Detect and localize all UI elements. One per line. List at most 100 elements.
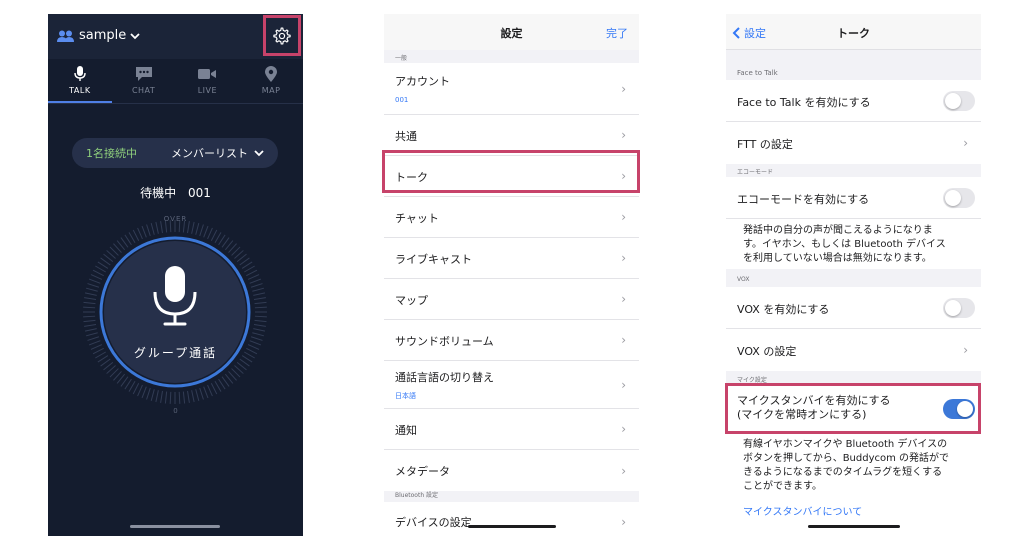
settings-button[interactable]	[263, 15, 301, 56]
ftt-group: Face to Talk を有効にする FTT の設定 ›	[726, 80, 981, 164]
tab-map[interactable]: MAP	[239, 59, 303, 103]
echo-enable-row: エコーモードを有効にする	[726, 177, 981, 219]
member-list-toggle[interactable]: メンバーリスト	[171, 145, 264, 161]
chat-icon	[135, 67, 152, 81]
talk-status: 待機中 001	[48, 184, 303, 201]
member-list-bar[interactable]: 1名接続中 メンバーリスト	[72, 138, 278, 168]
tab-live[interactable]: LIVE	[176, 59, 240, 103]
section-header-vox: VOX	[737, 276, 750, 283]
account-label: アカウント	[395, 75, 450, 88]
settings-item-metadata[interactable]: メタデータ ›	[384, 450, 639, 491]
language-label: 通話言語の切り替え	[395, 371, 494, 384]
chevron-right-icon: ›	[621, 251, 626, 265]
settings-item-language[interactable]: 通話言語の切り替え 日本語 ›	[384, 361, 639, 409]
chevron-right-icon: ›	[621, 128, 626, 142]
settings-nav-bar: 設定 完了	[384, 14, 639, 50]
chevron-down-icon	[254, 150, 264, 157]
talk-item-highlight	[382, 150, 640, 193]
tab-chat[interactable]: CHAT	[112, 59, 176, 103]
talk-settings-screen: 設定 トーク Face to Talk Face to Talk を有効にする …	[726, 14, 981, 536]
chevron-right-icon: ›	[621, 81, 626, 96]
mic-description: 有線イヤホンマイクや Bluetooth デバイスの ボタンを押してから、Bud…	[743, 439, 950, 492]
tab-talk[interactable]: TALK	[48, 59, 112, 103]
talk-button-label: グループ通話	[133, 346, 218, 360]
channel-name: sample	[79, 28, 127, 43]
talk-tab-bar: TALK CHAT LIVE MAP	[48, 59, 303, 103]
settings-screen: 設定 完了 一般 アカウント 001 › 共通 › トーク › チャット › ラ…	[384, 14, 639, 536]
chevron-right-icon: ›	[621, 515, 626, 529]
vox-enable-label: VOX を有効にする	[737, 303, 830, 316]
settings-item-sound-volume[interactable]: サウンドボリューム ›	[384, 320, 639, 361]
mic-icon	[74, 66, 86, 81]
notification-label: 通知	[395, 424, 417, 437]
status-text: 待機中	[140, 186, 177, 200]
settings-list: アカウント 001 › 共通 › トーク › チャット › ライブキャスト › …	[384, 63, 639, 491]
chevron-right-icon: ›	[621, 292, 626, 306]
language-value: 日本語	[395, 392, 416, 400]
mic-standby-link[interactable]: マイクスタンバイについて	[743, 503, 862, 518]
section-header-ftt: Face to Talk	[737, 69, 778, 77]
settings-item-account[interactable]: アカウント 001 ›	[384, 63, 639, 115]
settings-item-notification[interactable]: 通知 ›	[384, 409, 639, 450]
vox-enable-row: VOX を有効にする	[726, 287, 981, 329]
ftt-enable-label: Face to Talk を有効にする	[737, 96, 871, 109]
chevron-right-icon: ›	[621, 422, 626, 436]
chevron-right-icon: ›	[621, 463, 626, 478]
device-settings-label: デバイスの設定	[395, 516, 472, 529]
ftt-settings-label: FTT の設定	[737, 138, 793, 151]
section-header-general: 一般	[395, 55, 408, 62]
settings-item-device[interactable]: デバイスの設定 ›	[384, 502, 639, 536]
tab-live-label: LIVE	[197, 86, 218, 95]
chevron-down-icon	[130, 32, 140, 40]
chevron-right-icon: ›	[621, 210, 626, 224]
echo-group: エコーモードを有効にする 発話中の自分の声が聞こえるようになりま す。イヤホン、…	[726, 177, 981, 269]
connected-count: 1名接続中	[86, 147, 137, 160]
settings-item-map[interactable]: マップ ›	[384, 279, 639, 320]
settings-list-bluetooth: デバイスの設定 ›	[384, 502, 639, 536]
gear-icon	[273, 26, 291, 45]
settings-item-ftt[interactable]: FTT の設定 ›	[726, 122, 981, 164]
page-title: 設定	[500, 27, 523, 40]
channel-selector[interactable]: sample	[57, 28, 140, 43]
chevron-right-icon: ›	[621, 333, 626, 347]
mic-standby-highlight	[725, 383, 981, 434]
chevron-right-icon: ›	[963, 136, 968, 150]
home-indicator	[468, 525, 556, 528]
video-icon	[198, 69, 217, 79]
talk-dial	[83, 220, 267, 404]
account-value: 001	[395, 96, 409, 104]
map-label: マップ	[395, 294, 428, 307]
map-pin-icon	[265, 66, 278, 82]
tab-chat-label: CHAT	[131, 86, 156, 95]
talk-settings-nav-bar: 設定 トーク	[726, 14, 981, 50]
tab-map-label: MAP	[261, 86, 281, 95]
settings-item-livecast[interactable]: ライブキャスト ›	[384, 238, 639, 279]
over-label: OVER	[163, 215, 188, 223]
vox-enable-toggle[interactable]	[943, 297, 975, 318]
tab-talk-label: TALK	[69, 86, 91, 95]
chevron-right-icon: ›	[621, 377, 626, 392]
sound-volume-label: サウンドボリューム	[395, 335, 494, 348]
zero-label: 0	[173, 407, 178, 415]
chevron-right-icon: ›	[963, 343, 968, 357]
home-indicator	[130, 525, 220, 528]
ftt-enable-toggle[interactable]	[943, 90, 975, 111]
done-button[interactable]: 完了	[606, 25, 628, 41]
echo-enable-toggle[interactable]	[943, 187, 975, 208]
echo-enable-label: エコーモードを有効にする	[737, 193, 870, 206]
tab-divider	[48, 103, 303, 104]
metadata-label: メタデータ	[395, 465, 450, 478]
section-header-bluetooth: Bluetooth 設定	[395, 492, 439, 499]
vox-settings-label: VOX の設定	[737, 345, 797, 358]
group-icon	[57, 30, 75, 42]
settings-item-vox[interactable]: VOX の設定 ›	[726, 329, 981, 371]
section-header-echo: エコーモード	[737, 169, 774, 176]
ftt-enable-row: Face to Talk を有効にする	[726, 80, 981, 122]
member-list-label: メンバーリスト	[171, 147, 248, 160]
vox-group: VOX を有効にする VOX の設定 ›	[726, 287, 981, 371]
livecast-label: ライブキャスト	[395, 253, 472, 266]
talk-button[interactable]	[104, 241, 246, 383]
home-indicator	[808, 525, 900, 528]
settings-item-chat[interactable]: チャット ›	[384, 197, 639, 238]
page-title: トーク	[837, 27, 870, 40]
